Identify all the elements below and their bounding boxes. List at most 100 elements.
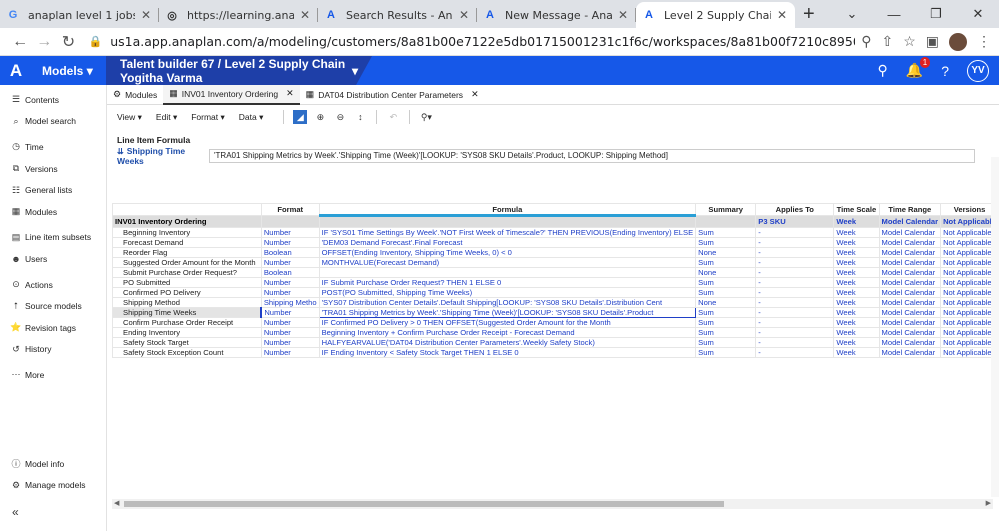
close-icon[interactable]: ✕ (471, 89, 479, 100)
cell-summary[interactable]: Sum (695, 257, 757, 268)
cell-format[interactable]: Number (260, 307, 320, 318)
sidebar-item-general-lists[interactable]: ☷ General lists (0, 179, 106, 201)
cell-time-range[interactable]: Model Calendar (878, 337, 942, 348)
tab-modules[interactable]: ⚙ Modules (107, 85, 163, 105)
table-row[interactable]: Ending Inventory Number Beginning Inventor… (112, 327, 999, 338)
help-icon[interactable]: ? (941, 63, 949, 79)
cell-format[interactable]: Number (260, 257, 320, 268)
cell-summary[interactable]: Sum (695, 287, 757, 298)
cell-format[interactable]: Number (260, 237, 320, 248)
cell-time-range[interactable]: Model Calendar (878, 287, 942, 298)
tab-search-icon[interactable]: ⌄ (831, 6, 873, 22)
cell-format[interactable]: Boolean (260, 267, 320, 278)
cell-time-range[interactable]: Model Calendar (878, 297, 942, 308)
scroll-right-icon[interactable]: ▶ (986, 499, 991, 507)
cell-time-range[interactable]: Model Calendar (878, 257, 942, 268)
menu-data[interactable]: Data ▾ (239, 112, 264, 123)
cell-versions[interactable]: Not Applicable (940, 337, 999, 348)
cell-format[interactable]: Number (260, 347, 320, 358)
cell-name[interactable]: Reorder Flag (112, 247, 262, 258)
cell-applies-to[interactable]: - (755, 327, 835, 338)
cell-versions[interactable]: Not Applicable (940, 267, 999, 278)
remove-icon[interactable]: ⊖ (333, 110, 347, 124)
cell-summary[interactable]: Sum (695, 317, 757, 328)
cell-time-range[interactable]: Model Calendar (878, 317, 942, 328)
table-row[interactable]: Safety Stock Target Number HALFYEARVALUE('… (112, 337, 999, 348)
sidebar-item-users[interactable]: ☻ Users (0, 248, 106, 270)
table-row[interactable]: Beginning Inventory Number IF 'SYS01 Time … (112, 227, 999, 238)
close-tab-icon[interactable]: ✕ (616, 8, 630, 22)
cell-summary[interactable]: Sum (695, 307, 757, 318)
forward-button[interactable]: → (32, 33, 56, 51)
cell-summary[interactable]: Sum (695, 237, 757, 248)
cell-name[interactable]: Shipping Method (112, 297, 262, 308)
table-row[interactable]: Forecast Demand Number 'DEM03 Demand Forec… (112, 237, 999, 248)
horizontal-scrollbar[interactable]: ◀ ▶ (112, 499, 993, 509)
column-header[interactable]: Formula (318, 203, 697, 217)
sidepanel-icon[interactable]: ▣ (926, 33, 939, 50)
cell-time-scale[interactable]: Week (833, 257, 880, 268)
cell-summary[interactable]: Sum (695, 347, 757, 358)
cell-applies-to[interactable]: - (755, 337, 835, 348)
cell-name[interactable]: Safety Stock Target (112, 337, 262, 348)
cell-summary[interactable]: None (695, 297, 757, 308)
share-icon[interactable]: ⇧ (881, 33, 893, 50)
sidebar-item-contents[interactable]: ☰ Contents (0, 89, 106, 111)
tab-dat04-distribution-center-parameters[interactable]: ▦ DAT04 Distribution Center Parameters ✕ (300, 85, 485, 105)
browser-tab[interactable]: A Level 2 Supply Chain Yogit ✕ (636, 2, 795, 28)
cell-formula[interactable]: Beginning Inventory + Confirm Purchase O… (318, 327, 697, 338)
sidebar-item-time[interactable]: ◷ Time (0, 136, 106, 158)
column-header[interactable]: Summary (695, 203, 757, 216)
column-header[interactable]: Applies To (755, 203, 835, 216)
restore-button[interactable]: ❐ (915, 6, 957, 22)
scroll-left-icon[interactable]: ◀ (114, 499, 119, 507)
cell-time-scale[interactable]: Week (833, 307, 880, 318)
tab-inv01-inventory-ordering[interactable]: ▦ INV01 Inventory Ordering ✕ (163, 85, 300, 105)
user-avatar[interactable]: YV (967, 59, 989, 82)
table-row[interactable]: Submit Purchase Order Request? Boolean Non… (112, 267, 999, 278)
sidebar-item-history[interactable]: ↺ History (0, 339, 106, 361)
workspace-title[interactable]: Talent builder 67 / Level 2 Supply Chain… (106, 56, 372, 85)
cell-summary[interactable]: None (695, 267, 757, 278)
table-row[interactable]: Confirm Purchase Order Receipt Number IF C… (112, 317, 999, 328)
cell-time-range[interactable]: Model Calendar (878, 347, 942, 358)
cell-applies-to[interactable]: - (755, 297, 835, 308)
browser-menu-icon[interactable]: ⋮ (977, 33, 991, 50)
cell-time-scale[interactable]: Week (833, 277, 880, 288)
cell-applies-to[interactable]: - (755, 307, 835, 318)
cell-versions[interactable]: Not Applicable (940, 307, 999, 318)
cell-formula[interactable]: IF 'SYS01 Time Settings By Week'.'NOT Fi… (318, 227, 697, 238)
close-tab-icon[interactable]: ✕ (775, 8, 789, 22)
cell-format[interactable]: Number (260, 317, 320, 328)
cell-name[interactable]: Confirmed PO Delivery (112, 287, 262, 298)
sidebar-item-more[interactable]: ⋯ More (0, 364, 106, 386)
new-tab-button[interactable]: + (803, 2, 815, 28)
cell-time-range[interactable]: Model Calendar (878, 267, 942, 278)
menu-format[interactable]: Format ▾ (191, 112, 225, 123)
cell-time-range[interactable]: Model Calendar (878, 307, 942, 318)
cell-time-scale[interactable]: Week (833, 297, 880, 308)
cell-time-scale[interactable]: Week (833, 347, 880, 358)
cell-formula[interactable]: IF Confirmed PO Delivery > 0 THEN OFFSET… (318, 317, 697, 328)
sidebar-item-modules[interactable]: ▦ Modules (0, 201, 106, 223)
scrollbar-thumb[interactable] (124, 501, 724, 507)
sidebar-item-revision-tags[interactable]: ⭐ Revision tags (0, 317, 106, 339)
cell-versions[interactable]: Not Applicable (940, 227, 999, 238)
table-row[interactable]: Confirmed PO Delivery Number POST(PO Submi… (112, 287, 999, 298)
cell-format[interactable]: Number (260, 277, 320, 288)
sort-icon[interactable]: ↕ (353, 110, 367, 124)
add-icon[interactable]: ⊕ (313, 110, 327, 124)
column-header[interactable]: Time Range (878, 203, 942, 216)
cell-applies-to[interactable]: - (755, 227, 835, 238)
table-row[interactable]: Safety Stock Exception Count Number IF End… (112, 347, 999, 358)
anaplan-logo[interactable]: A (0, 56, 32, 85)
cell-versions[interactable]: Not Applicable (940, 317, 999, 328)
cell-time-range[interactable]: Model Calendar (878, 227, 942, 238)
collapse-sidebar-icon[interactable]: « (12, 505, 19, 519)
table-row[interactable]: Shipping Method Shipping Metho 'SYS07 Dist… (112, 297, 999, 308)
table-row[interactable]: Shipping Time Weeks Number 'TRA01 Shipping… (112, 307, 999, 318)
cell-time-scale[interactable]: Week (833, 287, 880, 298)
table-row[interactable]: Reorder Flag Boolean OFFSET(Ending Invento… (112, 247, 999, 258)
undo-icon[interactable]: ↶ (386, 110, 400, 124)
cell-format[interactable]: Number (260, 337, 320, 348)
